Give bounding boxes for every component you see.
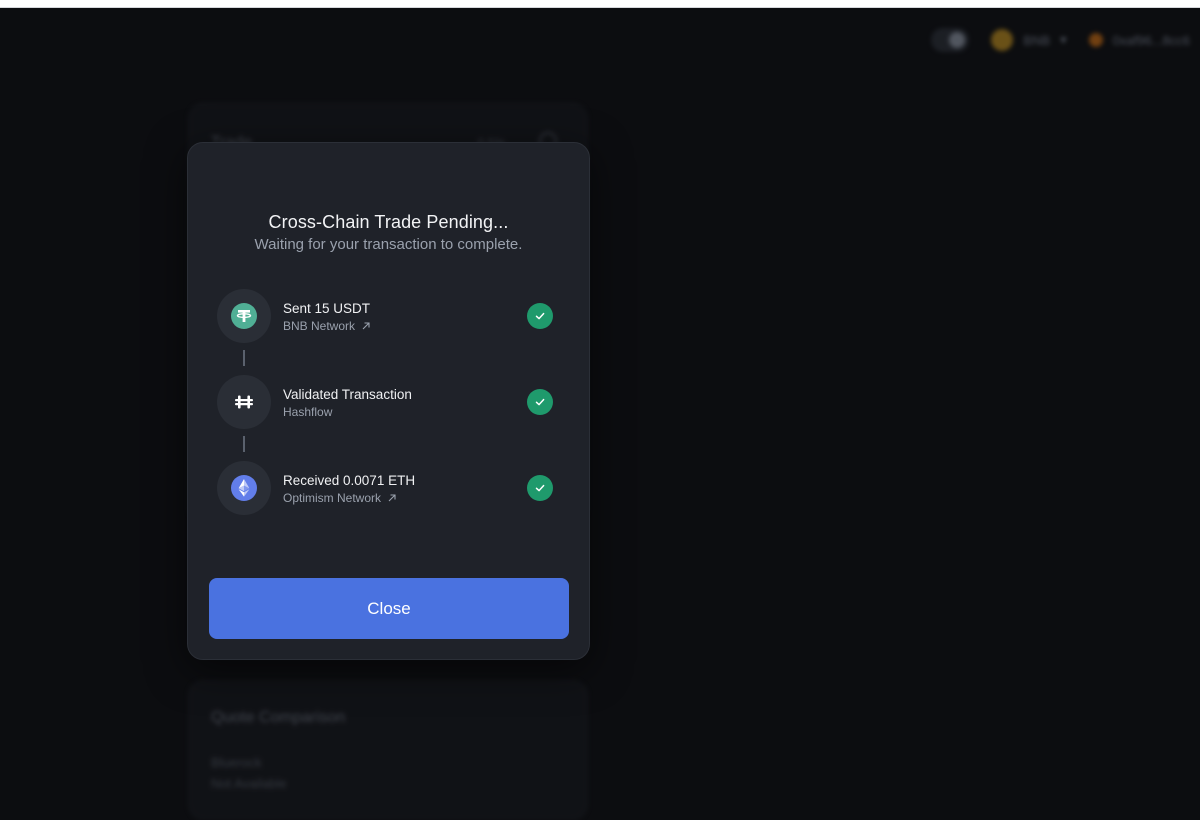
trade-pending-modal: Cross-Chain Trade Pending... Waiting for… bbox=[187, 142, 590, 660]
hashflow-icon bbox=[235, 395, 253, 409]
tether-icon bbox=[231, 303, 257, 329]
top-bar: BNB ▾ 0xaf96...8cc6 bbox=[931, 28, 1190, 52]
external-link-icon bbox=[388, 494, 396, 502]
quote-card-title: Quote Comparison bbox=[211, 709, 346, 726]
step-sent: Sent 15 USDT BNB Network bbox=[217, 289, 553, 343]
bnb-icon bbox=[991, 29, 1014, 51]
quote-comparison-card: Quote Comparison Bluerock Not Available bbox=[188, 680, 588, 820]
step-network-link[interactable]: BNB Network bbox=[283, 319, 371, 333]
step-icon-container bbox=[217, 375, 271, 429]
chevron-down-icon: ▾ bbox=[1060, 32, 1067, 47]
wallet-address: 0xaf96...8cc6 bbox=[1112, 32, 1190, 48]
step-title: Received 0.0071 ETH bbox=[283, 473, 416, 488]
chain-selector[interactable]: BNB ▾ bbox=[991, 29, 1067, 51]
modal-title: Cross-Chain Trade Pending... bbox=[268, 212, 509, 232]
close-button[interactable]: Close bbox=[209, 578, 569, 639]
step-title: Sent 15 USDT bbox=[283, 301, 371, 316]
step-connector bbox=[243, 436, 245, 452]
modal-subtitle: Waiting for your transaction to complete… bbox=[254, 236, 523, 253]
step-title: Validated Transaction bbox=[283, 387, 412, 402]
step-subtitle: Hashflow bbox=[283, 405, 333, 419]
wallet-button[interactable]: 0xaf96...8cc6 bbox=[1088, 32, 1190, 48]
step-connector bbox=[243, 350, 245, 366]
step-validated: Validated Transaction Hashflow bbox=[217, 375, 553, 429]
theme-toggle[interactable] bbox=[931, 28, 970, 52]
check-icon bbox=[527, 475, 553, 501]
step-subtitle: BNB Network bbox=[283, 319, 356, 333]
wallet-avatar-icon bbox=[1088, 33, 1103, 47]
check-icon bbox=[527, 303, 553, 329]
quote-status: Not Available bbox=[211, 776, 287, 791]
step-provider: Hashflow bbox=[283, 405, 332, 419]
step-subtitle: Optimism Network bbox=[283, 491, 382, 505]
ethereum-icon bbox=[231, 475, 257, 501]
external-link-icon bbox=[362, 322, 370, 330]
chain-label: BNB bbox=[1023, 32, 1051, 48]
step-received: Received 0.0071 ETH Optimism Network bbox=[217, 461, 553, 515]
quote-source: Bluerock bbox=[211, 755, 262, 770]
step-icon-container bbox=[217, 289, 271, 343]
check-icon bbox=[527, 389, 553, 415]
step-network-link[interactable]: Optimism Network bbox=[283, 491, 397, 505]
browser-chrome-strip bbox=[0, 0, 1200, 8]
background-app: BNB ▾ 0xaf96...8cc6 Trade 0.5% Quote Com… bbox=[0, 8, 1200, 820]
step-icon-container bbox=[217, 461, 271, 515]
